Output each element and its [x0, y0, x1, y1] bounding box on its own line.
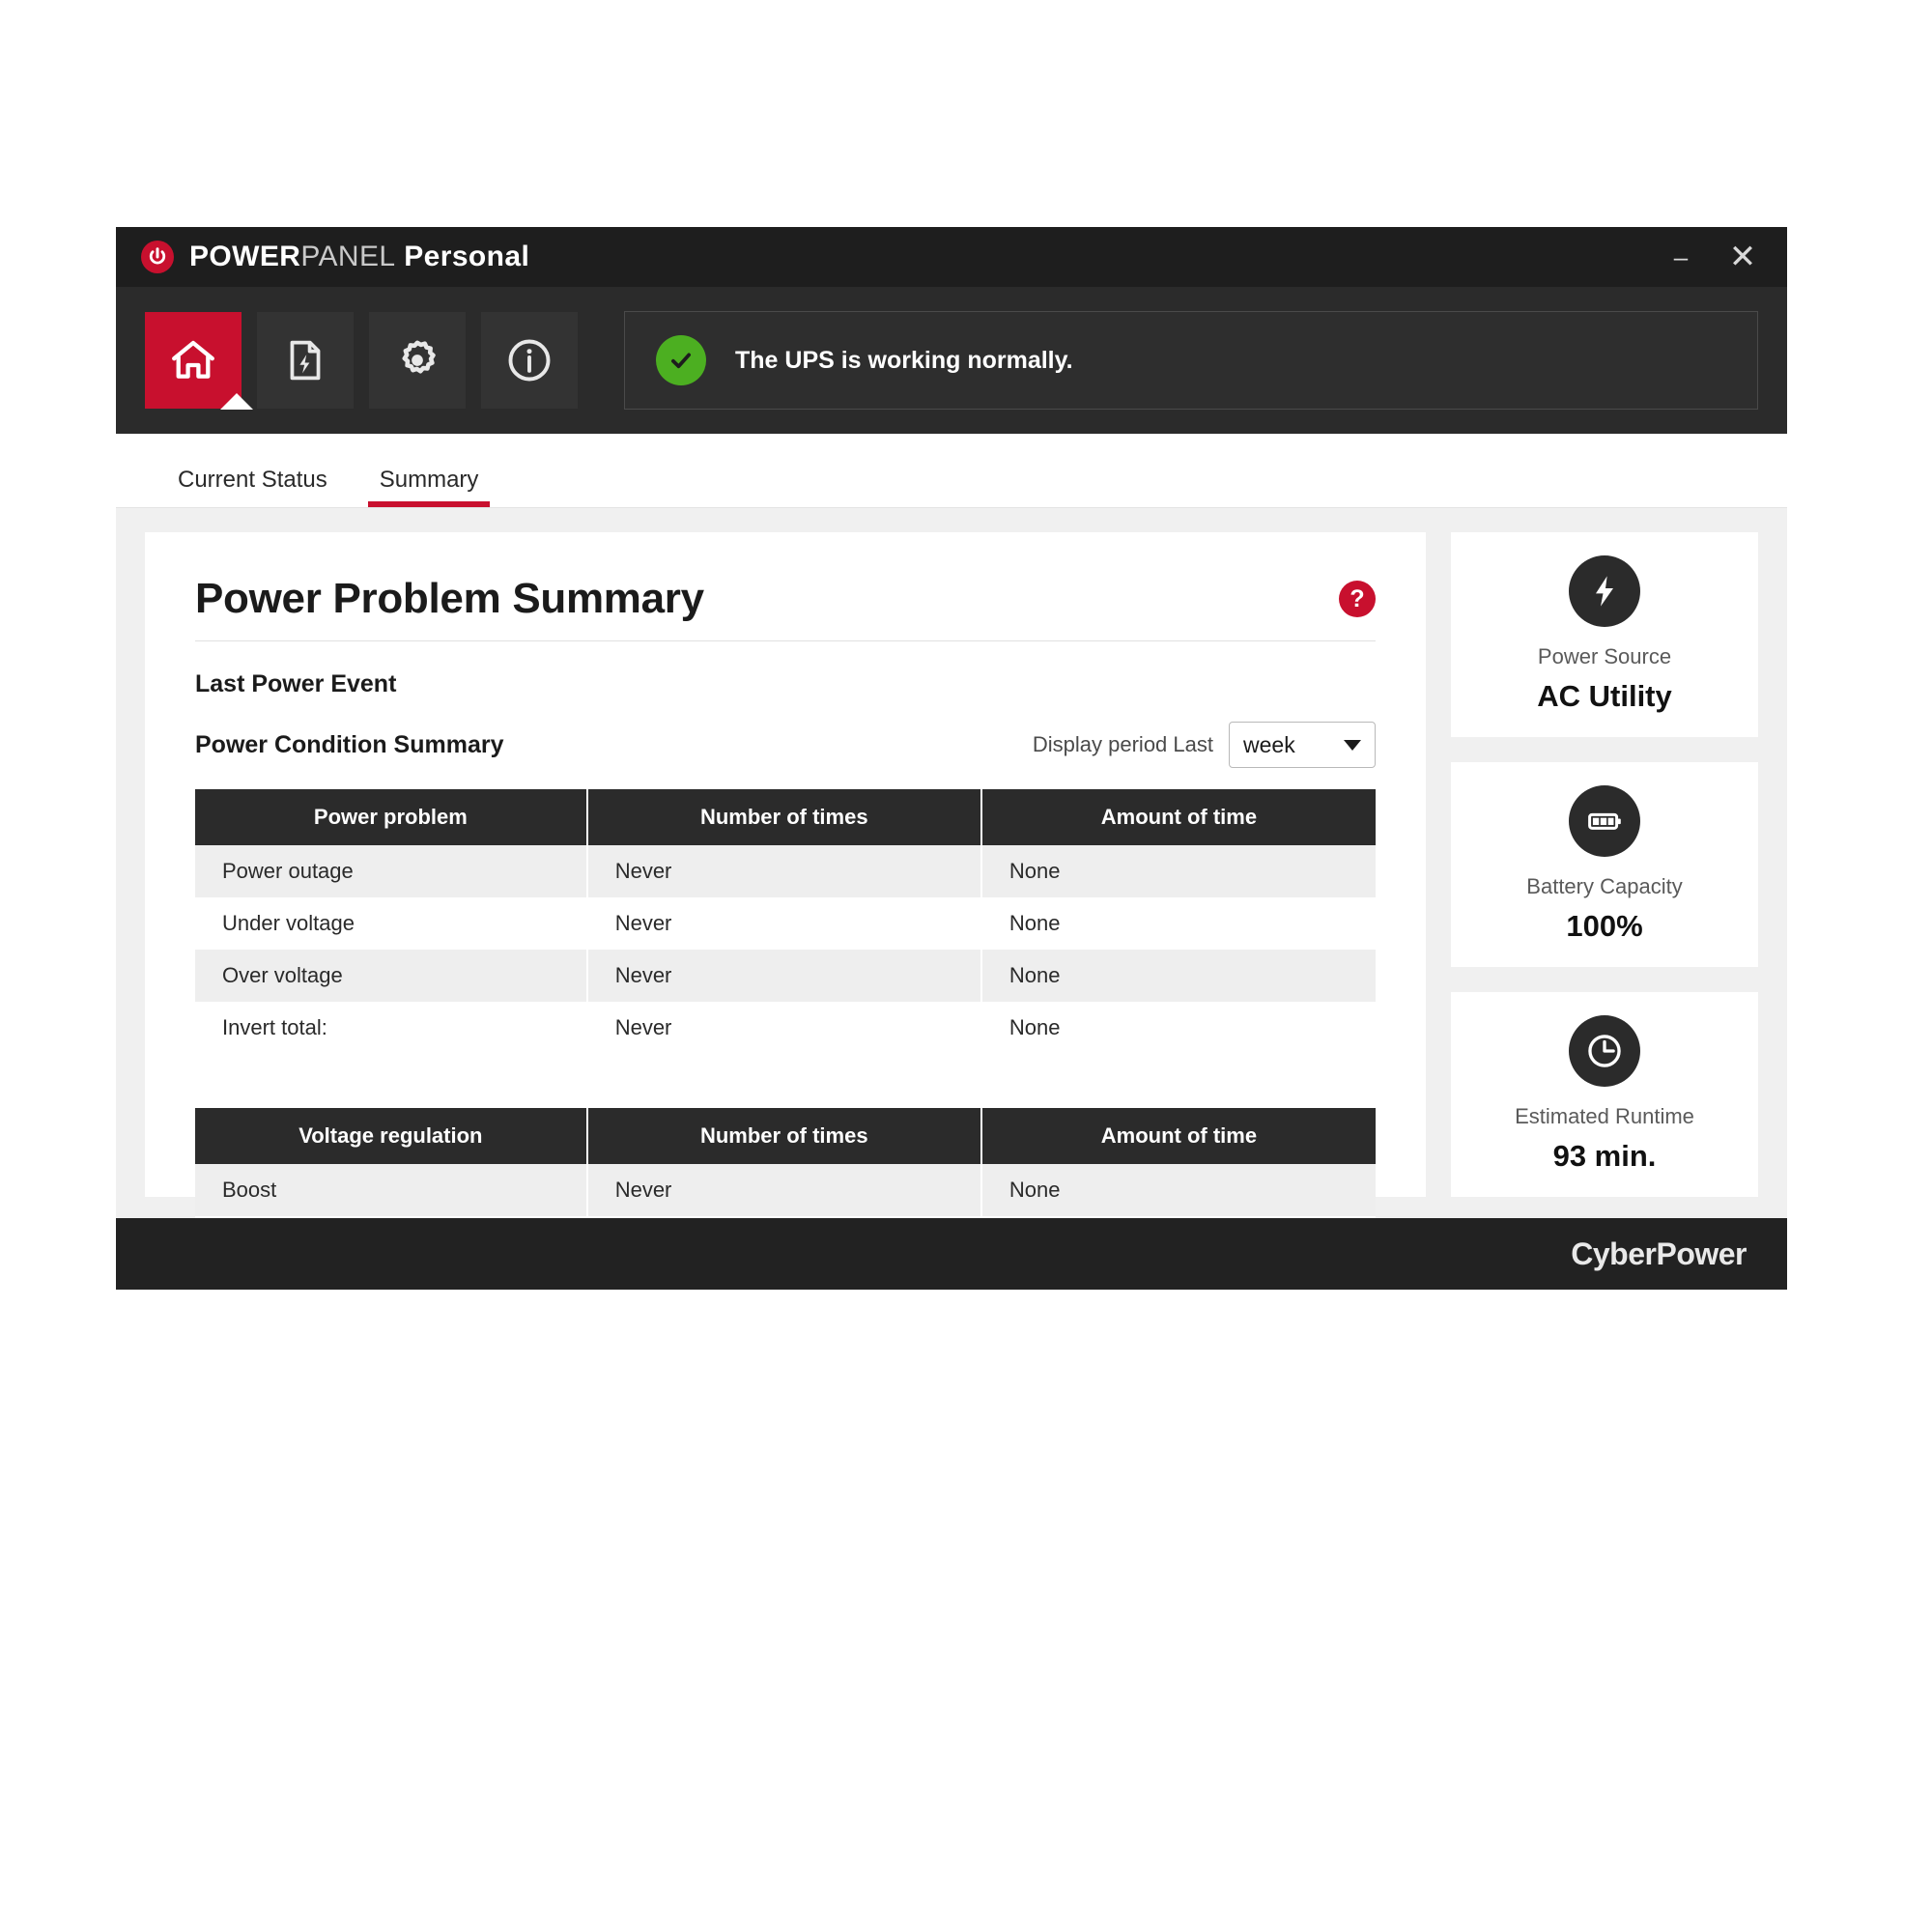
- card-battery-capacity-value: 100%: [1566, 909, 1642, 944]
- cell-problem: Invert total:: [195, 1002, 587, 1054]
- cyberpower-logo: CyberPower: [1571, 1236, 1747, 1272]
- status-cards-column: Power Source AC Utility Battery Capacity…: [1451, 532, 1758, 1197]
- column-header-voltage-regulation: Voltage regulation: [195, 1108, 587, 1164]
- cell-times: Never: [587, 1002, 981, 1054]
- table-header-row: Power problem Number of times Amount of …: [195, 789, 1376, 845]
- cell-amount: None: [981, 950, 1376, 1002]
- chevron-down-icon: [1344, 740, 1361, 751]
- gear-icon: [392, 335, 442, 385]
- table-spacer: [195, 1054, 1376, 1087]
- voltage-regulation-table: Voltage regulation Number of times Amoun…: [195, 1108, 1376, 1218]
- cell-times: Never: [587, 1164, 981, 1216]
- tab-summary[interactable]: Summary: [374, 467, 485, 507]
- app-title-edition: Personal: [404, 241, 529, 272]
- card-battery-capacity: Battery Capacity 100%: [1451, 762, 1758, 967]
- cell-amount: None: [981, 897, 1376, 950]
- brand-first: Cyber: [1571, 1236, 1656, 1271]
- card-battery-capacity-label: Battery Capacity: [1526, 874, 1682, 899]
- title-bar: POWERPANEL Personal ‒ ✕: [116, 227, 1787, 287]
- cell-times: Never: [587, 950, 981, 1002]
- column-header-power-problem: Power problem: [195, 789, 587, 845]
- tab-summary-active-underline: [368, 501, 491, 507]
- card-power-source-value: AC Utility: [1537, 679, 1672, 714]
- nav-button-about[interactable]: [481, 312, 578, 409]
- card-power-source-label: Power Source: [1538, 644, 1671, 669]
- powerpanel-window: POWERPANEL Personal ‒ ✕: [116, 227, 1787, 1290]
- home-icon: [167, 334, 219, 386]
- minimize-button[interactable]: ‒: [1650, 227, 1712, 287]
- power-condition-summary-label: Power Condition Summary: [195, 731, 503, 759]
- column-header-number-of-times: Number of times: [587, 789, 981, 845]
- last-power-event-label: Last Power Event: [195, 670, 1376, 698]
- cell-times: Never: [587, 897, 981, 950]
- page-title: Power Problem Summary: [195, 575, 704, 623]
- cell-amount: None: [981, 1002, 1376, 1054]
- tab-current-status[interactable]: Current Status: [172, 467, 333, 507]
- table-row: Over voltage Never None: [195, 950, 1376, 1002]
- power-condition-row: Power Condition Summary Display period L…: [195, 722, 1376, 768]
- display-period-control: Display period Last week: [1033, 722, 1376, 768]
- cell-problem: Power outage: [195, 845, 587, 897]
- nav-button-home[interactable]: [145, 312, 242, 409]
- nav-button-event-log[interactable]: [257, 312, 354, 409]
- table-row: Power outage Never None: [195, 845, 1376, 897]
- cell-problem: Over voltage: [195, 950, 587, 1002]
- help-icon[interactable]: ?: [1339, 581, 1376, 617]
- app-title-panel: PANEL: [300, 241, 395, 272]
- tab-bar: Current Status Summary: [116, 434, 1787, 508]
- power-logo-icon: [141, 241, 174, 273]
- table-row: Invert total: Never None: [195, 1002, 1376, 1054]
- card-power-source: Power Source AC Utility: [1451, 532, 1758, 737]
- cell-times: Never: [587, 845, 981, 897]
- column-header-amount-of-time: Amount of time: [981, 1108, 1376, 1164]
- card-estimated-runtime: Estimated Runtime 93 min.: [1451, 992, 1758, 1197]
- brand-second: Power: [1656, 1236, 1747, 1271]
- card-estimated-runtime-label: Estimated Runtime: [1515, 1104, 1694, 1129]
- tab-summary-label: Summary: [380, 467, 479, 493]
- active-tab-caret: [220, 393, 253, 410]
- info-icon: [504, 335, 554, 385]
- column-header-number-of-times: Number of times: [587, 1108, 981, 1164]
- cell-problem: Under voltage: [195, 897, 587, 950]
- lightning-bolt-icon: [1569, 555, 1640, 627]
- app-title: POWERPANEL Personal: [189, 241, 529, 273]
- table-row: Boost Never None: [195, 1164, 1376, 1216]
- content-area: Power Problem Summary ? Last Power Event…: [116, 508, 1787, 1218]
- display-period-select[interactable]: week: [1229, 722, 1376, 768]
- green-check-icon: [656, 335, 706, 385]
- cell-regulation: Boost: [195, 1164, 587, 1216]
- footer-bar: CyberPower: [116, 1218, 1787, 1290]
- battery-icon: [1569, 785, 1640, 857]
- power-problem-summary-panel: Power Problem Summary ? Last Power Event…: [145, 532, 1426, 1197]
- card-estimated-runtime-value: 93 min.: [1553, 1139, 1657, 1174]
- power-problem-table: Power problem Number of times Amount of …: [195, 789, 1376, 1054]
- nav-button-settings[interactable]: [369, 312, 466, 409]
- cell-amount: None: [981, 1164, 1376, 1216]
- column-header-amount-of-time: Amount of time: [981, 789, 1376, 845]
- document-lightning-icon: [281, 336, 329, 384]
- display-period-label: Display period Last: [1033, 732, 1213, 757]
- ups-status-bar: The UPS is working normally.: [624, 311, 1758, 410]
- table-header-row: Voltage regulation Number of times Amoun…: [195, 1108, 1376, 1164]
- panel-header: Power Problem Summary ?: [195, 575, 1376, 641]
- table-row: Under voltage Never None: [195, 897, 1376, 950]
- close-button[interactable]: ✕: [1712, 227, 1787, 287]
- tab-current-status-label: Current Status: [178, 467, 327, 493]
- toolbar: The UPS is working normally.: [116, 287, 1787, 434]
- app-title-power: POWER: [189, 241, 300, 272]
- display-period-value: week: [1243, 732, 1295, 758]
- cell-amount: None: [981, 845, 1376, 897]
- clock-icon: [1569, 1015, 1640, 1087]
- ups-status-message: The UPS is working normally.: [735, 347, 1073, 375]
